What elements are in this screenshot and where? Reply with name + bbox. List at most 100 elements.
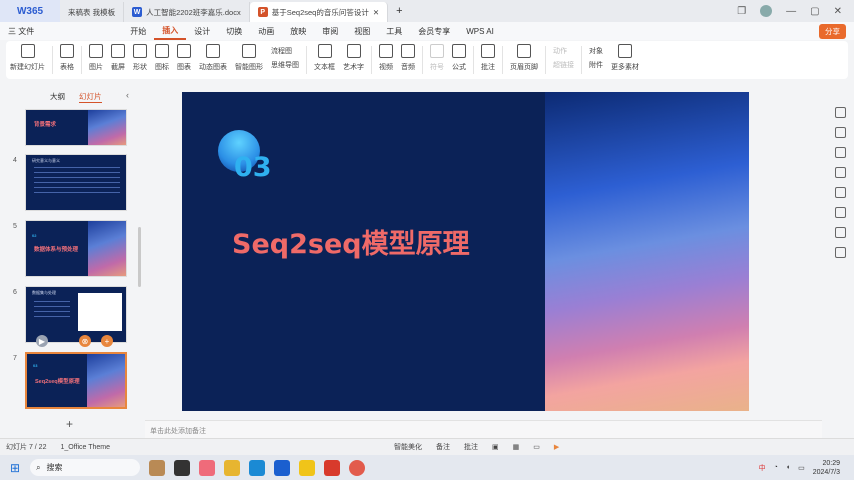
slide-title[interactable]: Seq2seq模型原理 [232, 222, 470, 261]
new-slide-button[interactable]: 新建幻灯片 [6, 44, 49, 72]
recorder-app-icon[interactable] [349, 459, 366, 476]
menu-slideshow[interactable]: 放映 [282, 22, 314, 40]
dynamic-chart-icon [206, 44, 220, 58]
right-toolbar [826, 82, 854, 438]
blue-app-icon[interactable] [274, 459, 291, 476]
wordart-button[interactable]: 艺术字 [339, 44, 368, 72]
chart-button[interactable]: 图表 [173, 44, 195, 72]
menu-view[interactable]: 视图 [346, 22, 378, 40]
notes-input[interactable]: 单击此处添加备注 [145, 420, 822, 438]
menu-wps-ai[interactable]: WPS AI [458, 22, 502, 40]
copy-icon[interactable] [834, 167, 846, 178]
dynamic-chart-button[interactable]: 动态图表 [195, 44, 231, 72]
slide-thumb-5[interactable]: 02 数据体系与预处理 [25, 220, 127, 277]
comment-button[interactable]: 批注 [477, 44, 499, 72]
app-icon[interactable] [199, 459, 216, 476]
maximize-icon[interactable]: ▢ [810, 6, 819, 17]
smart-shape-button[interactable]: 智能图形 [231, 44, 267, 72]
screenshot-button[interactable]: 截屏 [107, 44, 129, 72]
tab-slides[interactable]: 幻灯片 [79, 91, 102, 103]
volume-icon[interactable]: ◖ [786, 464, 790, 471]
settings-icon[interactable] [834, 247, 846, 258]
transition-icon[interactable]: ⊗ [79, 335, 91, 347]
collapse-panel-icon[interactable]: ‹ [126, 90, 129, 100]
panel-scrollbar[interactable] [138, 227, 141, 287]
audio-button[interactable]: 音频 [397, 44, 419, 72]
edge-browser-icon[interactable] [249, 459, 266, 476]
ime-indicator[interactable]: 中 [759, 463, 766, 473]
transform-icon[interactable] [834, 187, 846, 198]
windows-start-icon[interactable]: ⊞ [10, 461, 20, 475]
doc-tab-3[interactable]: P 基于Seq2seq的音乐问答设计 ✕ [249, 2, 389, 22]
star-icon[interactable] [834, 127, 846, 138]
avatar[interactable] [760, 5, 773, 17]
share-button[interactable]: 分享 [819, 23, 846, 39]
menu-transition[interactable]: 切换 [218, 22, 250, 40]
slide-thumb-3[interactable]: 背景需求 [25, 109, 127, 146]
menu-icon[interactable] [834, 107, 846, 118]
image-button[interactable]: 图片 [85, 44, 107, 72]
symbol-button[interactable]: 符号 [426, 44, 448, 72]
menu-home[interactable]: 开始 [122, 22, 154, 40]
widgets-icon[interactable] [149, 459, 166, 476]
sorter-view-icon[interactable]: ▦ [513, 443, 520, 451]
tab-outline[interactable]: 大纲 [50, 91, 65, 103]
doc-tab-2[interactable]: W 人工智能2202班李嘉乐.docx [124, 2, 250, 22]
theme-name[interactable]: 1_Office Theme [60, 444, 110, 451]
slide-thumb-4[interactable]: 研究意义与意义 [25, 154, 127, 211]
slide-thumb-7[interactable]: 03 Seq2seq模型原理 [25, 352, 127, 409]
normal-view-icon[interactable]: ▣ [492, 443, 499, 451]
add-slide-button[interactable]: + [66, 417, 73, 431]
minimize-icon[interactable]: — [786, 6, 796, 17]
shape-button[interactable]: 形状 [129, 44, 151, 72]
wordart-icon [346, 44, 361, 58]
menu-animation[interactable]: 动画 [250, 22, 282, 40]
flowchart-button[interactable]: 流程图 [271, 46, 299, 56]
attachment-button[interactable]: 附件 [589, 60, 603, 70]
new-tab-icon[interactable]: + [388, 5, 410, 17]
section-number[interactable]: 03 [234, 152, 272, 183]
file-explorer-icon[interactable] [224, 459, 241, 476]
comment-toggle-button[interactable]: 批注 [464, 442, 478, 452]
taskbar-search[interactable]: ⌕ 搜索 [30, 459, 141, 476]
hyperlink-button[interactable]: 超链接 [553, 60, 574, 70]
close-window-icon[interactable]: ✕ [834, 6, 842, 17]
beautify-button[interactable]: 智能美化 [394, 442, 422, 452]
doc-tab-1[interactable]: 来稿表 我模板 [60, 2, 125, 22]
header-footer-button[interactable]: 页眉页脚 [506, 44, 542, 72]
formula-button[interactable]: 公式 [448, 44, 470, 72]
textbox-button[interactable]: 文本框 [310, 44, 339, 72]
current-slide[interactable]: 03 Seq2seq模型原理 [182, 92, 749, 411]
restore-icon[interactable]: ❐ [737, 6, 746, 17]
more-materials-button[interactable]: 更多素材 [607, 44, 643, 72]
notes-toggle-button[interactable]: 备注 [436, 442, 450, 452]
icon-button[interactable]: 图标 [151, 44, 173, 72]
play-icon[interactable]: ▶ [36, 335, 48, 347]
menu-review[interactable]: 审阅 [314, 22, 346, 40]
add-icon[interactable]: + [101, 335, 113, 347]
table-button[interactable]: 表格 [56, 44, 78, 72]
wps-app-icon[interactable] [324, 459, 341, 476]
action-button[interactable]: 动作 [553, 46, 574, 56]
object-button[interactable]: 对象 [589, 46, 603, 56]
yellow-app-icon[interactable] [299, 459, 316, 476]
video-button[interactable]: 视频 [375, 44, 397, 72]
menu-insert[interactable]: 插入 [154, 22, 187, 40]
menu-file[interactable]: 三 文件 [0, 22, 42, 40]
mindmap-button[interactable]: 思维导图 [271, 60, 299, 70]
adjust-icon[interactable] [834, 147, 846, 158]
image-panel-icon[interactable] [834, 227, 846, 238]
menu-design[interactable]: 设计 [186, 22, 218, 40]
battery-icon[interactable]: ▭ [798, 464, 805, 472]
menu-member[interactable]: 会员专享 [410, 22, 458, 40]
tools-icon[interactable] [834, 207, 846, 218]
wifi-icon[interactable]: ◔ [774, 464, 778, 471]
wps-logo[interactable]: W365 [0, 0, 60, 22]
close-icon[interactable]: ✕ [373, 8, 379, 17]
clock[interactable]: 20:29 2024/7/3 [813, 459, 840, 477]
menu-tools[interactable]: 工具 [378, 22, 410, 40]
slide-canvas: 03 Seq2seq模型原理 [145, 82, 822, 420]
reading-view-icon[interactable]: ▭ [533, 443, 540, 451]
slideshow-icon[interactable]: ▶ [554, 443, 559, 451]
task-view-icon[interactable] [174, 459, 191, 476]
